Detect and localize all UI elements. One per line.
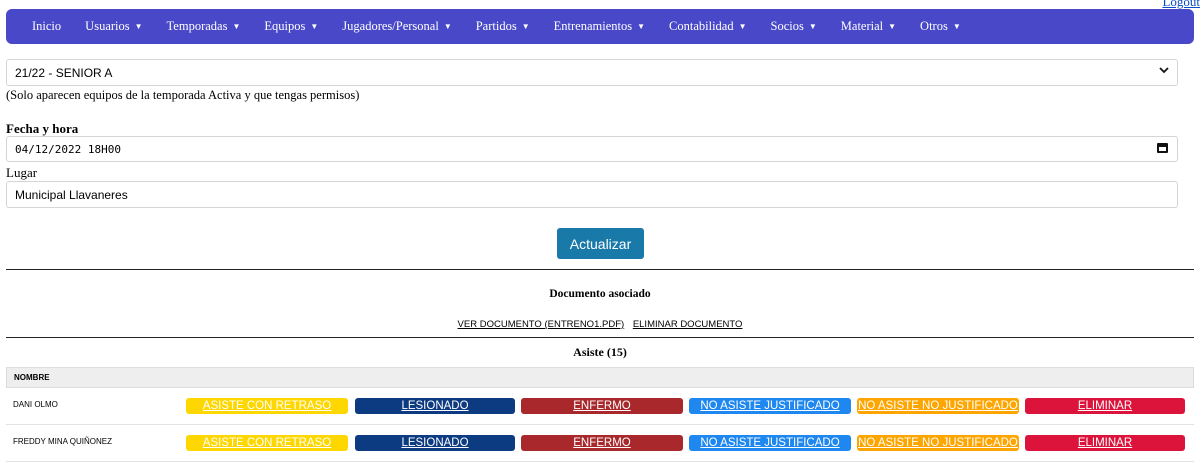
nav-item-label: Jugadores/Personal [342,19,439,33]
nav-item-label: Temporadas [166,19,228,33]
no-asiste-no-justificado-button[interactable]: NO ASISTE NO JUSTIFICADO [857,435,1019,451]
nav-item-label: Usuarios [85,19,130,33]
enfermo-button[interactable]: ENFERMO [521,435,683,451]
caret-down-icon: ▼ [310,22,319,31]
datetime-input[interactable]: 04/12/2022 18H00 [6,136,1178,162]
datetime-value: 04/12/2022 18H00 [15,142,121,156]
nav-item-usuarios[interactable]: Usuarios ▼ [85,19,142,34]
chevron-down-icon [1159,66,1169,77]
enfermo-button[interactable]: ENFERMO [521,398,683,414]
main-navbar: Inicio Usuarios ▼ Temporadas ▼ Equipos ▼ Jugado… [6,9,1194,44]
table-row: DANI OLMO ASISTE CON RETRASO LESIONADO ENFE… [6,388,1194,425]
lesionado-button[interactable]: LESIONADO [355,398,515,414]
caret-down-icon: ▼ [952,22,961,31]
nav-item-temporadas[interactable]: Temporadas ▼ [167,19,241,34]
calendar-icon[interactable] [1157,143,1168,153]
divider [6,337,1194,338]
document-links: VER DOCUMENTO (ENTRENO1.PDF) ELIMINAR DO… [0,319,1200,330]
table-header: NOMBRE [6,367,1194,388]
no-asiste-justificado-button[interactable]: NO ASISTE JUSTIFICADO [689,435,851,451]
divider [6,269,1194,270]
player-name: DANI OLMO [13,400,58,409]
document-title: Documento asociado [549,288,651,300]
nav-item-label: Partidos [475,19,517,33]
team-select-value: 21/22 - SENIOR A [15,65,113,80]
update-button[interactable]: Actualizar [557,228,644,259]
place-input[interactable]: Municipal Llavaneres [6,181,1178,208]
nav-item-socios[interactable]: Socios ▼ [771,19,817,34]
no-asiste-justificado-button[interactable]: NO ASISTE JUSTIFICADO [689,398,851,414]
view-document-link[interactable]: VER DOCUMENTO (ENTRENO1.PDF) [458,319,625,330]
asiste-con-retraso-button[interactable]: ASISTE CON RETRASO [186,398,348,414]
nav-item-label: Equipos [264,19,306,33]
eliminar-button[interactable]: ELIMINAR [1025,435,1185,451]
place-value: Municipal Llavaneres [15,187,128,202]
table-row: FREDDY MINA QUIÑONEZ ASISTE CON RETRASO LE… [6,425,1194,462]
team-select[interactable]: 21/22 - SENIOR A [6,59,1178,86]
team-select-hint: (Solo aparecen equipos de la temporada A… [6,88,360,102]
no-asiste-no-justificado-button[interactable]: NO ASISTE NO JUSTIFICADO [857,398,1019,414]
column-header-name: NOMBRE [14,373,50,382]
caret-down-icon: ▼ [232,22,241,31]
delete-document-link[interactable]: ELIMINAR DOCUMENTO [633,319,743,330]
nav-item-label: Entrenamientos [553,19,633,33]
nav-item-otros[interactable]: Otros ▼ [920,19,961,34]
nav-item-partidos[interactable]: Partidos ▼ [476,19,530,34]
caret-down-icon: ▼ [637,22,646,31]
place-label: Lugar [6,165,38,180]
caret-down-icon: ▼ [888,22,897,31]
nav-item-material[interactable]: Material ▼ [841,19,896,34]
caret-down-icon: ▼ [134,22,143,31]
caret-down-icon: ▼ [521,22,530,31]
nav-item-equipos[interactable]: Equipos ▼ [264,19,318,34]
nav-item-jugadores-personal[interactable]: Jugadores/Personal ▼ [342,19,451,34]
datetime-label: Fecha y hora [6,121,79,136]
nav-item-label: Material [840,19,884,33]
caret-down-icon: ▼ [808,22,817,31]
attendance-table: NOMBRE DANI OLMO ASISTE CON RETRASO LESION… [6,367,1194,462]
nav-item-label: Inicio [32,19,62,33]
asiste-con-retraso-button[interactable]: ASISTE CON RETRASO [186,435,348,451]
nav-item-inicio[interactable]: Inicio [32,19,61,34]
nav-item-contabilidad[interactable]: Contabilidad ▼ [669,19,747,34]
nav-item-entrenamientos[interactable]: Entrenamientos ▼ [554,19,645,34]
player-name: FREDDY MINA QUIÑONEZ [13,437,112,446]
attendance-title: Asiste (15) [573,345,627,359]
eliminar-button[interactable]: ELIMINAR [1025,398,1185,414]
caret-down-icon: ▼ [738,22,747,31]
nav-item-label: Otros [920,19,948,33]
nav-item-label: Socios [770,19,804,33]
lesionado-button[interactable]: LESIONADO [355,435,515,451]
nav-item-label: Contabilidad [669,19,734,33]
caret-down-icon: ▼ [443,22,452,31]
